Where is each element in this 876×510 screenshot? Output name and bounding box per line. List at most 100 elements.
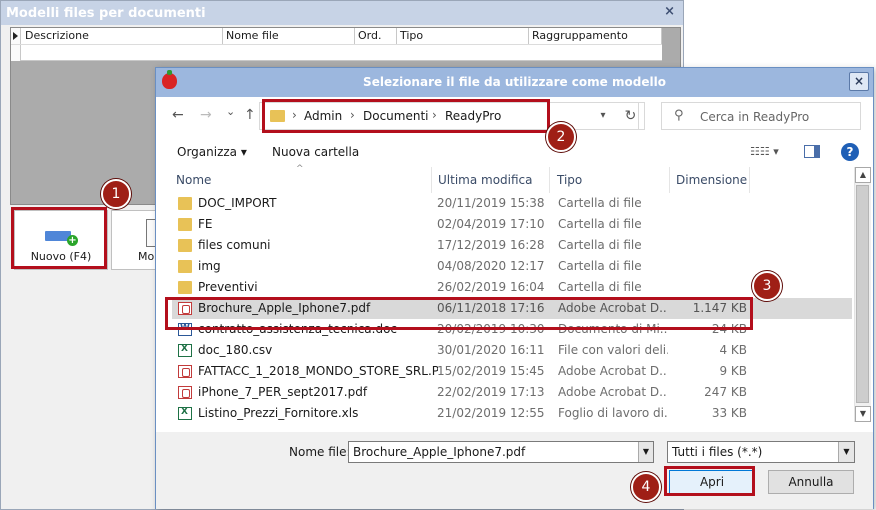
column-name[interactable]: Nome <box>176 173 211 187</box>
cancel-button[interactable]: Annulla <box>768 470 854 494</box>
background-window-title: Modelli files per documenti <box>6 6 206 21</box>
view-options-icon[interactable]: ☷☷ ▾ <box>750 145 779 158</box>
file-name: files comuni <box>198 238 271 252</box>
file-size: 4 KB <box>719 343 747 357</box>
file-size: 33 KB <box>711 406 747 420</box>
folder-icon <box>178 218 192 231</box>
dialog-titlebar: Selezionare il file da utilizzare come m… <box>156 68 873 97</box>
file-row[interactable]: files comuni 17/12/2019 16:28 Cartella di … <box>172 235 852 256</box>
highlight-selected-file <box>165 297 753 330</box>
annotation-badge-3: 3 <box>752 271 782 301</box>
file-modified: 21/02/2019 12:55 <box>437 406 545 420</box>
col-descrizione[interactable]: Descrizione <box>22 28 223 44</box>
column-size[interactable]: Dimensione <box>676 173 747 187</box>
file-modified: 26/02/2019 16:04 <box>437 280 545 294</box>
file-modified: 02/04/2019 17:10 <box>437 217 545 231</box>
search-box[interactable]: ⚲ Cerca in ReadyPro <box>661 102 861 130</box>
background-close-button[interactable]: × <box>664 4 675 19</box>
file-type: File con valori deli... <box>558 343 668 357</box>
col-tipo[interactable]: Tipo <box>397 28 529 44</box>
file-name: Listino_Prezzi_Fornitore.xls <box>198 406 359 420</box>
highlight-nuovo <box>11 207 107 269</box>
col-nome-file[interactable]: Nome file <box>223 28 355 44</box>
folder-icon <box>178 260 192 273</box>
xls-file-icon <box>178 344 192 357</box>
highlight-address-bar <box>262 99 550 133</box>
scroll-up-icon[interactable]: ▲ <box>855 167 871 183</box>
file-name: DOC_IMPORT <box>198 196 277 210</box>
file-name: FE <box>198 217 213 231</box>
pdf-file-icon <box>178 365 192 378</box>
file-name: FATTACC_1_2018_MONDO_STORE_SRL.PDF <box>198 364 438 378</box>
file-type: Cartella di file <box>558 259 642 273</box>
folder-icon <box>178 239 192 252</box>
vertical-scrollbar[interactable]: ▲ ▼ <box>854 167 871 422</box>
file-type: Cartella di file <box>558 196 642 210</box>
file-row[interactable]: FATTACC_1_2018_MONDO_STORE_SRL.PDF 15/02/… <box>172 361 852 382</box>
file-row[interactable]: img 04/08/2020 12:17 Cartella di file <box>172 256 852 277</box>
dialog-footer: Nome file: Brochure_Apple_Iphone7.pdf ▼ … <box>156 432 873 509</box>
preview-pane-icon[interactable] <box>804 145 820 158</box>
file-row[interactable]: doc_180.csv 30/01/2020 16:11 File con valo… <box>172 340 852 361</box>
file-modified: 04/08/2020 12:17 <box>437 259 545 273</box>
filetype-value: Tutti i files (*.*) <box>672 445 763 459</box>
file-modified: 30/01/2020 16:11 <box>437 343 545 357</box>
pdf-file-icon <box>178 386 192 399</box>
file-modified: 17/12/2019 16:28 <box>437 238 545 252</box>
back-arrow-icon[interactable]: ← <box>172 107 184 123</box>
dialog-title: Selezionare il file da utilizzare come m… <box>363 75 666 89</box>
column-type[interactable]: Tipo <box>557 173 582 187</box>
col-raggruppamento[interactable]: Raggruppamento <box>529 28 662 44</box>
highlight-open-button <box>664 466 755 496</box>
filename-dropdown-icon[interactable]: ▼ <box>638 442 653 462</box>
refresh-icon[interactable]: ↻ <box>617 102 645 130</box>
file-list-header: ^ Nome Ultima modifica Tipo Dimensione <box>162 164 852 193</box>
filename-label: Nome file: <box>289 445 351 459</box>
file-name: iPhone_7_PER_sept2017.pdf <box>198 385 368 399</box>
help-icon[interactable]: ? <box>841 143 859 161</box>
folder-icon <box>178 197 192 210</box>
command-bar: Organizza ▾ Nuova cartella ☷☷ ▾ ? <box>156 137 873 167</box>
col-ord[interactable]: Ord. <box>355 28 397 44</box>
annotation-badge-2: 2 <box>546 122 576 152</box>
search-icon: ⚲ <box>674 108 684 123</box>
file-modified: 20/11/2019 15:38 <box>437 196 545 210</box>
filetype-select[interactable]: Tutti i files (*.*) <box>667 441 855 463</box>
column-modified[interactable]: Ultima modifica <box>438 173 533 187</box>
grid-header: Descrizione Nome file Ord. Tipo Raggrupp… <box>11 28 662 61</box>
filename-input[interactable]: Brochure_Apple_Iphone7.pdf <box>348 441 654 463</box>
annotation-badge-4: 4 <box>631 472 661 502</box>
up-arrow-icon[interactable]: ↑ <box>244 107 256 123</box>
forward-arrow-icon[interactable]: → <box>200 107 212 123</box>
file-size: 9 KB <box>719 364 747 378</box>
organize-menu[interactable]: Organizza ▾ <box>177 145 247 159</box>
file-type: Adobe Acrobat D... <box>558 385 668 399</box>
file-row[interactable]: iPhone_7_PER_sept2017.pdf 22/02/2019 17:1… <box>172 382 852 403</box>
xls-file-icon <box>178 407 192 420</box>
dialog-close-button[interactable]: × <box>849 72 869 91</box>
file-row[interactable]: Listino_Prezzi_Fornitore.xls 21/02/2019 1… <box>172 403 852 424</box>
new-folder-button[interactable]: Nuova cartella <box>272 145 359 159</box>
file-row[interactable]: DOC_IMPORT 20/11/2019 15:38 Cartella di fi… <box>172 193 852 214</box>
file-modified: 15/02/2019 15:45 <box>437 364 545 378</box>
file-name: img <box>198 259 221 273</box>
file-size: 247 KB <box>704 385 747 399</box>
file-type: Cartella di file <box>558 280 642 294</box>
filetype-dropdown-icon[interactable]: ▼ <box>838 442 854 462</box>
scroll-down-icon[interactable]: ▼ <box>855 406 871 422</box>
recent-locations-chevron-icon[interactable]: ⌄ <box>226 105 235 118</box>
filename-value: Brochure_Apple_Iphone7.pdf <box>353 445 526 459</box>
file-type: Cartella di file <box>558 217 642 231</box>
search-placeholder: Cerca in ReadyPro <box>700 110 810 124</box>
scroll-thumb[interactable] <box>856 185 869 403</box>
file-modified: 22/02/2019 17:13 <box>437 385 545 399</box>
annotation-badge-1: 1 <box>101 179 131 209</box>
file-row[interactable]: Preventivi 26/02/2019 16:04 Cartella di fi… <box>172 277 852 298</box>
file-type: Cartella di file <box>558 238 642 252</box>
background-window-titlebar: Modelli files per documenti × <box>1 1 683 25</box>
address-dropdown-chevron-icon[interactable]: ▾ <box>589 102 617 130</box>
file-row[interactable]: FE 02/04/2019 17:10 Cartella di file <box>172 214 852 235</box>
sort-ascending-icon: ^ <box>296 164 304 174</box>
folder-icon <box>178 281 192 294</box>
file-type: Foglio di lavoro di... <box>558 406 668 420</box>
